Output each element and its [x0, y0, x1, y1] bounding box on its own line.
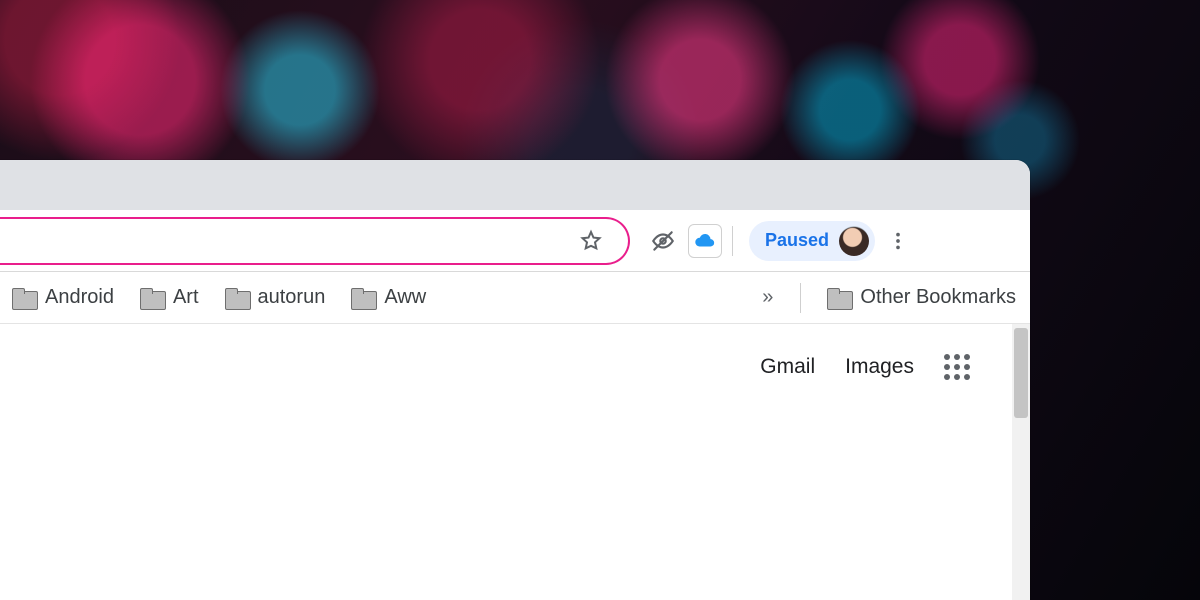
- tab-strip[interactable]: [0, 160, 1030, 210]
- vertical-scrollbar[interactable]: [1012, 324, 1030, 600]
- bookmark-label: Android: [45, 286, 114, 309]
- bookmark-folder[interactable]: Aww: [351, 286, 426, 309]
- folder-icon: [225, 288, 249, 308]
- bookmark-label: Art: [173, 286, 199, 309]
- cloud-icon[interactable]: [688, 224, 722, 258]
- page-content: Gmail Images: [0, 324, 1030, 600]
- other-bookmarks-folder[interactable]: Other Bookmarks: [827, 286, 1016, 309]
- browser-window: Paused Android Art autorun Aww »: [0, 160, 1030, 600]
- folder-icon: [827, 288, 851, 308]
- bookmarks-separator: [800, 283, 801, 313]
- folder-icon: [351, 288, 375, 308]
- star-icon[interactable]: [572, 222, 610, 260]
- images-link[interactable]: Images: [845, 355, 914, 379]
- bookmarks-overflow-icon[interactable]: »: [758, 286, 774, 309]
- bookmark-folder[interactable]: Art: [140, 286, 199, 309]
- header-links: Gmail Images: [760, 354, 970, 380]
- kebab-menu-icon[interactable]: [879, 222, 917, 260]
- avatar: [839, 226, 869, 256]
- bookmark-folder[interactable]: autorun: [225, 286, 326, 309]
- profile-chip[interactable]: Paused: [749, 221, 875, 261]
- bookmark-folder[interactable]: Android: [12, 286, 114, 309]
- gmail-link[interactable]: Gmail: [760, 355, 815, 379]
- apps-grid-icon[interactable]: [944, 354, 970, 380]
- bookmark-label: Other Bookmarks: [860, 286, 1016, 309]
- folder-icon: [12, 288, 36, 308]
- sync-status-label: Paused: [765, 230, 829, 251]
- bookmark-label: Aww: [384, 286, 426, 309]
- eye-off-icon[interactable]: [644, 222, 682, 260]
- folder-icon: [140, 288, 164, 308]
- toolbar-separator: [732, 226, 733, 256]
- bookmark-label: autorun: [258, 286, 326, 309]
- scrollbar-thumb[interactable]: [1014, 328, 1028, 418]
- toolbar: Paused: [0, 210, 1030, 272]
- bookmarks-bar: Android Art autorun Aww » Other Bookmark…: [0, 272, 1030, 324]
- address-bar[interactable]: [0, 217, 630, 265]
